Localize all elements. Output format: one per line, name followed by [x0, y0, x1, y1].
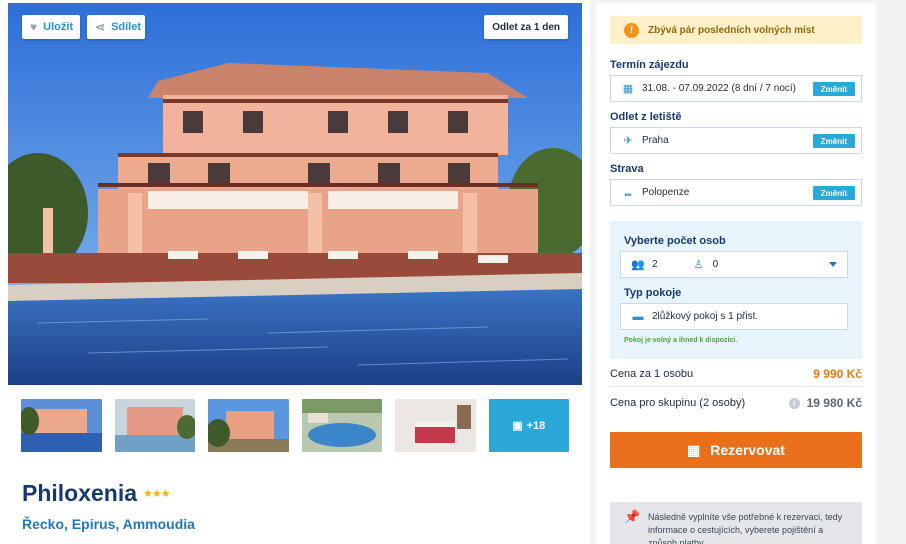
persons-room-box: Vyberte počet osob 👥 2 ♙ 0 Typ pokoje ▬ …	[610, 221, 862, 359]
next-steps-note: 📌 Následně vyplníte vše potřebné k rezer…	[610, 502, 862, 544]
share-label: Sdílet	[111, 21, 142, 33]
change-term-button[interactable]: Změnit	[812, 82, 855, 96]
price-group: i 19 980 Kč	[788, 396, 862, 410]
more-photos-label: +18	[526, 419, 546, 432]
change-board-button[interactable]: Změnit	[812, 186, 855, 200]
price-group-row: Cena pro skupinu (2 osoby) i 19 980 Kč	[610, 390, 862, 416]
airport-value: Praha	[642, 135, 669, 146]
child-icon: ♙	[693, 259, 704, 271]
info-icon[interactable]: i	[788, 397, 800, 409]
thumbnail-image	[21, 399, 102, 452]
term-label: Termín zájezdu	[610, 59, 689, 71]
thumbnail-3[interactable]	[208, 399, 289, 452]
plane-icon: ✈	[623, 135, 633, 147]
chevron-down-icon	[829, 262, 837, 267]
board-field[interactable]: ⑉ Polopenze Změnit	[610, 179, 862, 206]
airport-field[interactable]: ✈ Praha Změnit	[610, 127, 862, 154]
thumbnail-image	[114, 399, 195, 452]
room-select[interactable]: ▬ 2lůžkový pokoj s 1 přist.	[620, 303, 848, 330]
star-rating: ★★★	[143, 488, 171, 500]
adults-count: 2	[652, 259, 658, 270]
alert-text: Zbývá pár posledních volných míst	[648, 24, 815, 36]
save-label: Uložit	[43, 21, 74, 33]
more-photos-button[interactable]: ▣ +18	[488, 399, 569, 452]
adults-icon: 👥	[631, 259, 645, 271]
children-count: 0	[712, 259, 719, 270]
booking-panel: ! Zbývá pár posledních volných míst Term…	[596, 3, 876, 544]
reserve-label: Rezervovat	[710, 442, 785, 458]
hotel-name: Philoxenia	[22, 480, 138, 506]
save-button[interactable]: ♥ Uložit	[22, 15, 80, 39]
calendar-icon: ▦	[622, 83, 634, 95]
heart-icon: ♥	[30, 20, 38, 34]
term-field[interactable]: ▦ 31.08. - 07.09.2022 (8 dní / 7 nocí) Z…	[610, 75, 862, 102]
price-one-label: Cena za 1 osobu	[610, 367, 694, 380]
thumbnail-image	[395, 399, 476, 452]
airport-label: Odlet z letiště	[610, 111, 682, 123]
thumbnail-4[interactable]	[301, 399, 382, 452]
bed-icon: ▬	[632, 310, 644, 323]
warning-icon: !	[624, 22, 639, 38]
depart-badge: Odlet za 1 den	[484, 15, 568, 39]
share-icon: ⋖	[95, 20, 106, 34]
price-group-value: 19 980 Kč	[806, 396, 862, 410]
room-label: Typ pokoje	[624, 287, 682, 299]
hotel-title: Philoxenia ★★★	[22, 480, 171, 507]
availability-alert: ! Zbývá pár posledních volných míst	[610, 16, 862, 44]
thumbnail-2[interactable]	[114, 399, 195, 452]
board-value: Polopenze	[642, 187, 690, 198]
thumbnail-strip: ▣ +18	[21, 399, 569, 452]
price-one-value: 9 990 Kč	[813, 366, 862, 381]
thumbnail-5[interactable]	[395, 399, 476, 452]
change-airport-button[interactable]: Změnit	[812, 134, 855, 148]
cutlery-icon: ⑉	[624, 186, 632, 199]
persons-select[interactable]: 👥 2 ♙ 0	[620, 251, 848, 278]
calendar-icon: ▦	[687, 441, 701, 458]
hero-photo[interactable]: ♥ Uložit ⋖ Sdílet Odlet za 1 den	[8, 3, 582, 385]
pin-icon: 📌	[624, 509, 641, 524]
thumbnail-1[interactable]	[21, 399, 102, 452]
page: ♥ Uložit ⋖ Sdílet Odlet za 1 den ▣ +18 P…	[0, 0, 906, 544]
hotel-gallery-panel: ♥ Uložit ⋖ Sdílet Odlet za 1 den ▣ +18 P…	[0, 0, 590, 544]
board-label: Strava	[610, 163, 644, 175]
price-per-person-row: Cena za 1 osobu 9 990 Kč	[610, 361, 862, 387]
share-button[interactable]: ⋖ Sdílet	[87, 15, 145, 39]
term-value: 31.08. - 07.09.2022 (8 dní / 7 nocí)	[642, 83, 796, 94]
hotel-location[interactable]: Řecko, Epirus, Ammoudia	[22, 516, 195, 532]
thumbnail-image	[301, 399, 382, 452]
room-availability-note: Pokoj je volný a ihned k dispozici.	[624, 337, 738, 344]
room-value: 2lůžkový pokoj s 1 přist.	[652, 311, 759, 322]
price-group-label: Cena pro skupinu (2 osoby)	[610, 397, 746, 409]
hotel-photo-image	[8, 3, 582, 385]
reserve-button[interactable]: ▦ Rezervovat	[610, 432, 862, 468]
persons-label: Vyberte počet osob	[624, 235, 726, 247]
thumbnail-image	[208, 399, 289, 452]
gallery-icon: ▣	[512, 420, 523, 432]
note-text: Následně vyplníte vše potřebné k rezerva…	[648, 512, 843, 544]
